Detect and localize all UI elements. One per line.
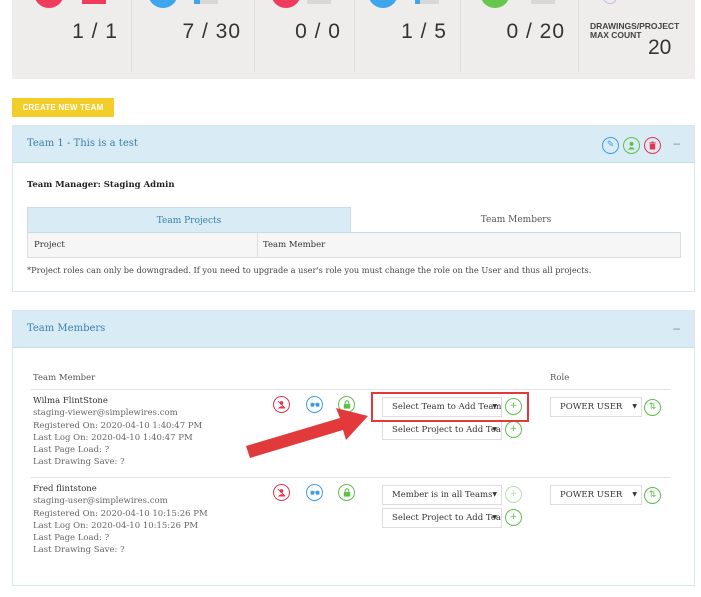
project-table-header: Project Team Member <box>27 233 681 258</box>
stat-indicator <box>148 0 178 8</box>
member-last-page-load: Last Page Load: ? <box>33 533 110 544</box>
stat-progress <box>307 0 331 4</box>
select-project-dropdown[interactable]: Select Project to Add Team ▼ <box>382 420 502 440</box>
add-project-button[interactable]: + <box>505 509 522 526</box>
caret-down-icon: ▼ <box>632 491 637 498</box>
stat-indicator <box>271 0 301 8</box>
project-roles-note: *Project roles can only be downgraded. I… <box>27 265 592 275</box>
stat-value: 1 / 5 <box>401 20 447 43</box>
member-last-drawing-save: Last Drawing Save: ? <box>33 457 125 468</box>
remove-user-icon[interactable] <box>273 484 290 501</box>
trash-icon[interactable] <box>644 137 661 154</box>
role-dropdown[interactable]: POWER USER ▼ <box>550 485 642 505</box>
stat-box-drawings: DRAWINGS/PROJECT MAX COUNT 20 <box>579 0 695 72</box>
stats-bar: 1 / 1 7 / 30 0 / 0 1 / 5 0 / 20 DRAWINGS… <box>12 0 695 79</box>
select-team-value: Member is in all Teams <box>392 490 493 500</box>
caret-down-icon: ▼ <box>492 514 497 521</box>
caret-down-icon: ▼ <box>492 426 497 433</box>
stat-indicator <box>368 0 398 8</box>
impersonate-icon[interactable] <box>306 484 323 501</box>
annotation-arrow-icon <box>246 408 368 458</box>
stat-box: 7 / 30 <box>132 0 255 72</box>
members-panel-header[interactable]: Team Members – <box>13 311 694 348</box>
team-manager-label: Team Manager: Staging Admin <box>27 180 175 190</box>
team-panel: Team 1 - This is a test ✎ – Team Manager… <box>12 125 695 292</box>
role-dropdown[interactable]: POWER USER ▼ <box>550 397 642 417</box>
team-tabs: Team Projects Team Members <box>27 207 681 233</box>
stat-box: 0 / 0 <box>255 0 355 72</box>
pencil-icon[interactable]: ✎ <box>602 137 619 154</box>
stat-progress <box>194 0 218 4</box>
select-project-value: Select Project to Add Team <box>392 425 502 435</box>
role-value: POWER USER <box>560 402 623 412</box>
stat-value: 20 <box>648 36 672 59</box>
stat-progress <box>415 0 439 4</box>
member-row: Fred flintstone staging-user@simplewires… <box>33 483 208 557</box>
role-value: POWER USER <box>560 490 623 500</box>
member-last-logon: Last Log On: 2020-04-10 1:40:47 PM <box>33 432 193 443</box>
select-project-value: Select Project to Add Team <box>392 513 502 523</box>
collapse-button[interactable]: – <box>673 136 680 150</box>
column-header-project: Project <box>34 240 65 250</box>
caret-down-icon: ▼ <box>632 403 637 410</box>
tab-team-projects[interactable]: Team Projects <box>27 207 351 233</box>
members-panel-title: Team Members <box>27 323 106 334</box>
collapse-button[interactable]: – <box>673 321 680 335</box>
stat-box: 1 / 5 <box>355 0 461 72</box>
stat-box: 1 / 1 <box>12 0 132 72</box>
team-title: Team 1 - This is a test <box>27 138 138 149</box>
member-name: Fred flintstone <box>33 484 97 494</box>
member-email: staging-user@simplewires.com <box>33 496 168 507</box>
member-row: Wilma FlintStone staging-viewer@simplewi… <box>33 395 202 469</box>
add-project-button[interactable]: + <box>505 421 522 438</box>
swap-role-icon[interactable]: ⇅ <box>644 487 661 504</box>
stat-value: 0 / 20 <box>506 20 565 43</box>
stat-indicator <box>603 0 617 4</box>
column-header-team-member: Team Member <box>263 240 326 250</box>
member-email: staging-viewer@simplewires.com <box>33 408 178 419</box>
stat-value: 0 / 0 <box>295 20 341 43</box>
stat-value: 7 / 30 <box>182 20 241 43</box>
member-registered: Registered On: 2020-04-10 10:15:26 PM <box>33 508 208 519</box>
member-name: Wilma FlintStone <box>33 396 108 406</box>
stat-progress <box>82 0 106 4</box>
swap-role-icon[interactable]: ⇅ <box>644 399 661 416</box>
lock-icon[interactable] <box>338 484 355 501</box>
stat-box: 0 / 20 <box>461 0 579 72</box>
member-registered: Registered On: 2020-04-10 1:40:47 PM <box>33 420 203 431</box>
stat-progress <box>531 0 555 4</box>
stat-value: 1 / 1 <box>72 20 118 43</box>
member-last-drawing-save: Last Drawing Save: ? <box>33 545 125 556</box>
stat-indicator <box>480 0 510 8</box>
annotation-highlight-box <box>371 392 529 422</box>
column-header-role: Role <box>550 373 570 383</box>
user-icon[interactable] <box>623 137 640 154</box>
select-project-dropdown[interactable]: Select Project to Add Team ▼ <box>382 508 502 528</box>
member-last-logon: Last Log On: 2020-04-10 10:15:26 PM <box>33 520 199 531</box>
stat-label: DRAWINGS/PROJECT MAX COUNT <box>590 21 680 40</box>
add-team-button[interactable]: + <box>505 486 522 503</box>
member-last-page-load: Last Page Load: ? <box>33 445 110 456</box>
create-new-team-button[interactable]: CREATE NEW TEAM <box>12 98 114 117</box>
team-panel-header[interactable]: Team 1 - This is a test ✎ – <box>13 126 694 163</box>
caret-down-icon: ▼ <box>492 491 497 498</box>
column-header-member: Team Member <box>33 373 96 383</box>
tab-team-members[interactable]: Team Members <box>351 207 681 233</box>
select-team-dropdown[interactable]: Member is in all Teams ▼ <box>382 485 502 505</box>
stat-indicator <box>34 0 64 8</box>
